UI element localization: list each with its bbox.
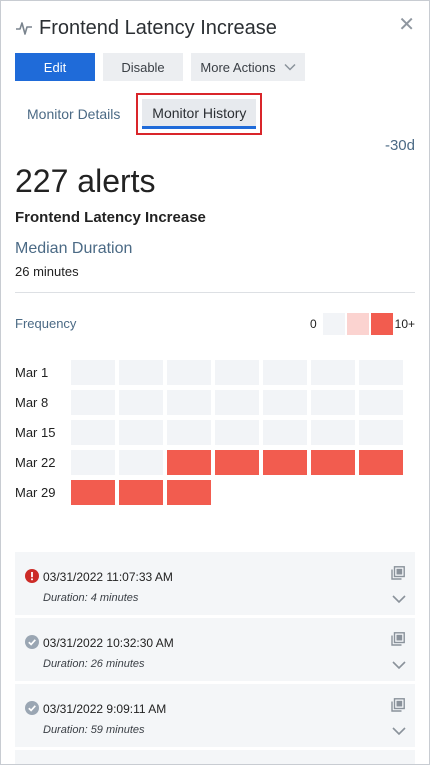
alert-count: 227 alerts xyxy=(15,163,156,199)
heatmap-day-cell[interactable] xyxy=(167,389,211,415)
heatmap-week-label: Mar 22 xyxy=(15,454,56,470)
panel-header: Frontend Latency Increase ✕ xyxy=(15,13,415,43)
heatmap-day-cell[interactable] xyxy=(311,389,355,415)
heatmap-day-cell[interactable] xyxy=(167,479,211,505)
alert-list: 03/31/2022 11:07:33 AM Duration: 4 minute… xyxy=(15,552,415,750)
legend-swatch-high xyxy=(370,313,393,335)
heatmap-week-label: Mar 15 xyxy=(15,424,56,440)
heatmap-row: Mar 29 xyxy=(15,477,407,507)
heatmap-day-cell[interactable] xyxy=(215,419,259,445)
more-actions-label: More Actions xyxy=(200,59,276,75)
heatmap-day-cell[interactable] xyxy=(359,419,403,445)
open-external-icon[interactable] xyxy=(391,566,405,580)
heatmap-day-cell[interactable] xyxy=(311,449,355,475)
heatmap-day-cell[interactable] xyxy=(215,449,259,475)
heatmap-day-cell[interactable] xyxy=(119,359,163,385)
heatmap-day-cell[interactable] xyxy=(263,419,307,445)
heatmap-day-cell[interactable] xyxy=(71,359,115,385)
panel-title: Frontend Latency Increase xyxy=(39,16,277,39)
heatmap-row: Mar 8 xyxy=(15,387,407,417)
heatmap-day-cell[interactable] xyxy=(359,389,403,415)
heatmap-day-cell[interactable] xyxy=(215,389,259,415)
alert-list-item[interactable]: 03/31/2022 9:09:11 AM Duration: 59 minute… xyxy=(15,684,415,747)
heatmap-day-cell[interactable] xyxy=(119,479,163,505)
frequency-label: Frequency xyxy=(15,316,77,331)
tab-highlight: Monitor History xyxy=(136,93,263,135)
open-external-icon[interactable] xyxy=(391,698,405,712)
heatmap-day-cell[interactable] xyxy=(119,389,163,415)
legend-max-label: 10+ xyxy=(394,317,415,331)
median-duration-label: Median Duration xyxy=(15,240,133,257)
legend-swatch-empty xyxy=(322,313,345,335)
heatmap-day-cell[interactable] xyxy=(263,389,307,415)
tab-monitor-details[interactable]: Monitor Details xyxy=(15,94,132,134)
tab-bar: Monitor Details Monitor History xyxy=(15,93,263,135)
heatmap-day-cell[interactable] xyxy=(263,359,307,385)
chevron-down-icon[interactable] xyxy=(392,594,406,604)
legend-swatch-low xyxy=(346,313,369,335)
heatmap-row: Mar 15 xyxy=(15,417,407,447)
heatmap-day-cell[interactable] xyxy=(71,449,115,475)
heatmap-week-label: Mar 8 xyxy=(15,394,49,410)
pulse-icon xyxy=(16,22,32,35)
error-icon xyxy=(25,569,39,583)
heatmap-day-cell[interactable] xyxy=(71,479,115,505)
alert-list-item[interactable]: 03/31/2022 10:32:30 AM Duration: 26 minut… xyxy=(15,618,415,681)
heatmap-day-cell[interactable] xyxy=(167,359,211,385)
alert-timestamp: 03/31/2022 11:07:33 AM xyxy=(43,570,173,584)
heatmap-day-cell[interactable] xyxy=(71,389,115,415)
disable-button[interactable]: Disable xyxy=(103,53,183,81)
heatmap-day-cell[interactable] xyxy=(167,419,211,445)
divider xyxy=(15,292,415,293)
heatmap-day-cell[interactable] xyxy=(71,419,115,445)
time-range-selector[interactable]: -30d xyxy=(385,137,415,154)
heatmap-day-cell[interactable] xyxy=(215,359,259,385)
heatmap-day-cell[interactable] xyxy=(311,359,355,385)
alert-list-next-item xyxy=(15,750,415,764)
median-duration-value: 26 minutes xyxy=(15,264,79,279)
alert-list-item[interactable]: 03/31/2022 11:07:33 AM Duration: 4 minute… xyxy=(15,552,415,615)
alert-duration: Duration: 26 minutes xyxy=(43,658,145,670)
monitor-name: Frontend Latency Increase xyxy=(15,209,206,226)
monitor-panel: Frontend Latency Increase ✕ Edit Disable… xyxy=(0,0,430,765)
heatmap-row: Mar 1 xyxy=(15,357,407,387)
chevron-down-icon xyxy=(284,63,296,71)
heatmap-week-label: Mar 1 xyxy=(15,364,49,380)
heatmap-day-cell[interactable] xyxy=(359,449,403,475)
heatmap-week-label: Mar 29 xyxy=(15,484,56,500)
chevron-down-icon[interactable] xyxy=(392,726,406,736)
tab-monitor-history[interactable]: Monitor History xyxy=(142,99,257,129)
open-external-icon[interactable] xyxy=(391,632,405,646)
edit-button[interactable]: Edit xyxy=(15,53,95,81)
heatmap-day-cell[interactable] xyxy=(263,449,307,475)
alert-duration: Duration: 4 minutes xyxy=(43,592,139,604)
alert-duration: Duration: 59 minutes xyxy=(43,724,145,736)
alert-timestamp: 03/31/2022 10:32:30 AM xyxy=(43,636,174,650)
frequency-legend: 0 10+ xyxy=(310,313,415,335)
frequency-heatmap: Mar 1 Mar 8 Mar 15 Mar 22 Mar 29 xyxy=(15,357,407,507)
heatmap-day-cell[interactable] xyxy=(119,449,163,475)
legend-min-label: 0 xyxy=(309,317,317,331)
heatmap-day-cell[interactable] xyxy=(359,359,403,385)
more-actions-button[interactable]: More Actions xyxy=(191,53,305,81)
alert-timestamp: 03/31/2022 9:09:11 AM xyxy=(43,702,167,716)
close-icon[interactable]: ✕ xyxy=(398,15,415,35)
heatmap-day-cell[interactable] xyxy=(167,449,211,475)
heatmap-row: Mar 22 xyxy=(15,447,407,477)
toolbar: Edit Disable More Actions xyxy=(15,53,313,81)
chevron-down-icon[interactable] xyxy=(392,660,406,670)
check-circle-icon xyxy=(25,635,39,649)
check-circle-icon xyxy=(25,701,39,715)
heatmap-day-cell[interactable] xyxy=(119,419,163,445)
heatmap-day-cell[interactable] xyxy=(311,419,355,445)
